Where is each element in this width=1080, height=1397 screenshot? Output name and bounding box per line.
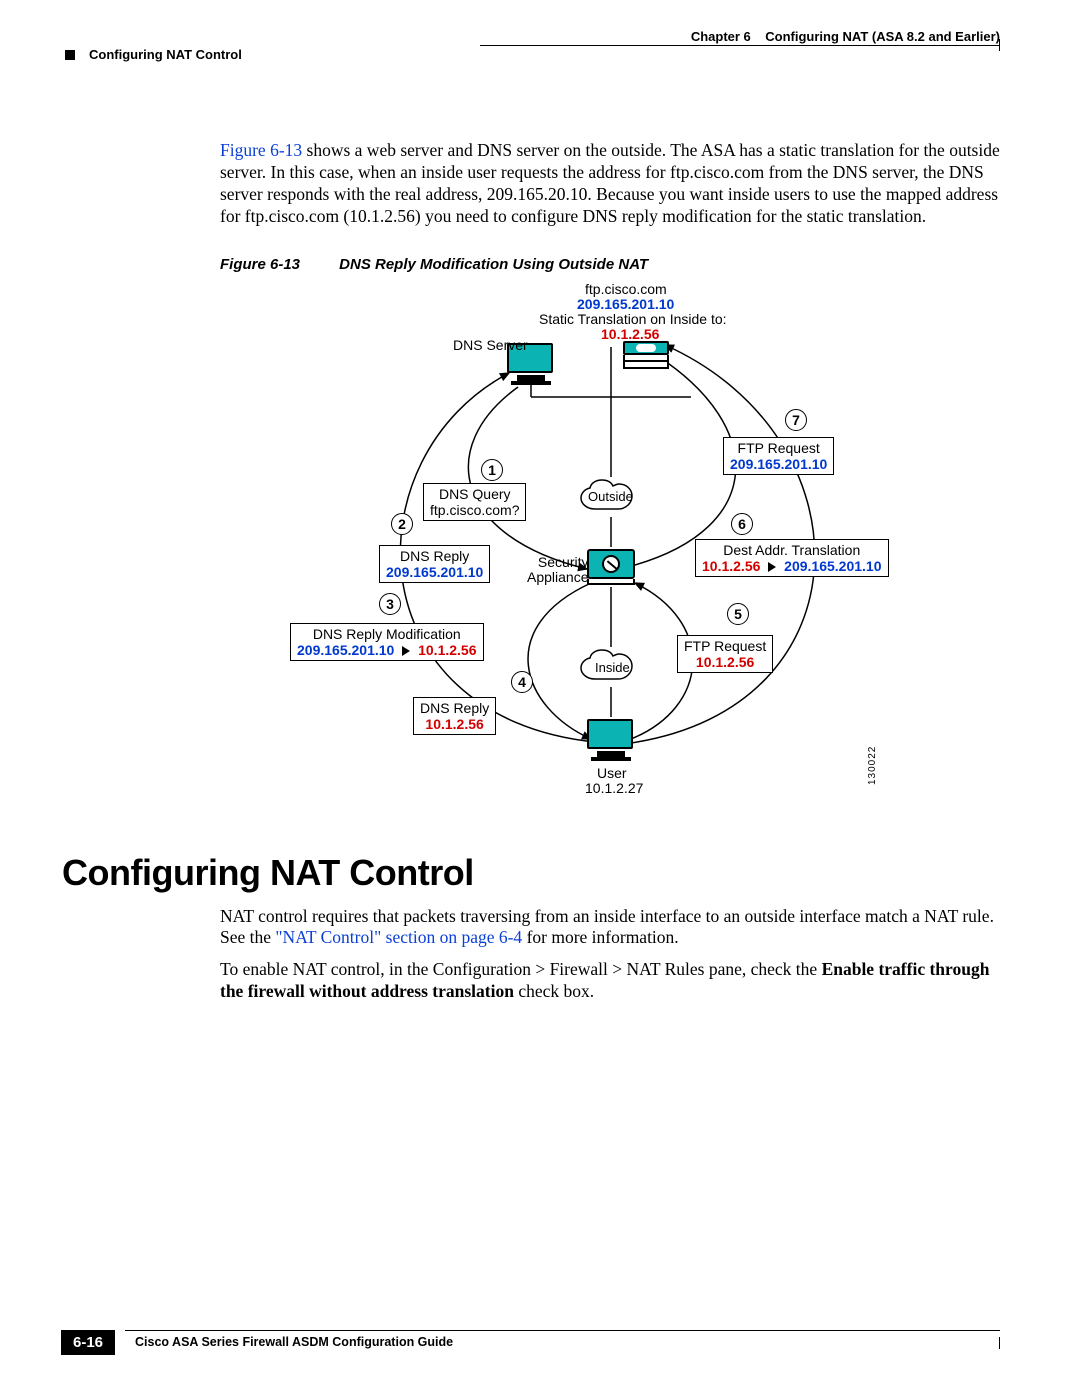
step-4: 4 bbox=[511, 671, 533, 693]
step-3: 3 bbox=[379, 593, 401, 615]
box-dns-query: DNS Query ftp.cisco.com? bbox=[423, 483, 526, 521]
step-2: 2 bbox=[391, 513, 413, 535]
chapter-title: Configuring NAT (ASA 8.2 and Earlier) bbox=[765, 29, 1000, 44]
box-dest-addr-xlate: Dest Addr. Translation 10.1.2.56 209.165… bbox=[695, 539, 889, 577]
page-number: 6-16 bbox=[61, 1330, 115, 1355]
step-7: 7 bbox=[785, 409, 807, 431]
box-ftp-request-2: FTP Request 209.165.201.10 bbox=[723, 437, 834, 475]
outside-label: Outside bbox=[588, 489, 633, 504]
section-heading: Configuring NAT Control bbox=[62, 852, 990, 894]
figure-title: DNS Reply Modification Using Outside NAT bbox=[339, 256, 648, 273]
firewall-icon bbox=[587, 549, 635, 587]
diagram-id: 130022 bbox=[867, 745, 878, 784]
user-icon bbox=[587, 719, 635, 763]
intro-paragraph: Figure 6-13 shows a web server and DNS s… bbox=[220, 140, 1000, 228]
security-appliance-label-2: Appliance bbox=[527, 569, 589, 585]
step-1: 1 bbox=[481, 459, 503, 481]
ftp-ip: 209.165.201.10 bbox=[577, 296, 674, 312]
figure-reference-link[interactable]: Figure 6-13 bbox=[220, 140, 302, 160]
figure-caption: Figure 6-13 DNS Reply Modification Using… bbox=[220, 256, 990, 273]
figure-number: Figure 6-13 bbox=[220, 256, 335, 273]
box-dns-reply-mod: DNS Reply Modification 209.165.201.10 10… bbox=[290, 623, 484, 661]
nat-control-link[interactable]: "NAT Control" section on page 6-4 bbox=[275, 927, 522, 947]
chapter-number: Chapter 6 bbox=[691, 29, 751, 44]
user-label: User bbox=[597, 765, 627, 781]
box-ftp-request-1: FTP Request 10.1.2.56 bbox=[677, 635, 773, 673]
static-ip: 10.1.2.56 bbox=[601, 326, 659, 342]
arrow-right-icon bbox=[764, 558, 780, 574]
inside-label: Inside bbox=[595, 660, 630, 675]
user-ip: 10.1.2.27 bbox=[585, 780, 643, 796]
guide-title: Cisco ASA Series Firewall ASDM Configura… bbox=[135, 1335, 1000, 1349]
step-6: 6 bbox=[731, 513, 753, 535]
arrow-right-icon bbox=[398, 642, 414, 658]
static-xlate-label: Static Translation on Inside to: bbox=[539, 311, 727, 327]
dns-server-label: DNS Server bbox=[453, 337, 528, 353]
intro-text: shows a web server and DNS server on the… bbox=[220, 140, 1000, 226]
paragraph-1: NAT control requires that packets traver… bbox=[220, 906, 1000, 950]
box-dns-reply-1: DNS Reply 209.165.201.10 bbox=[379, 545, 490, 583]
box-dns-reply-2: DNS Reply 10.1.2.56 bbox=[413, 697, 496, 735]
running-header: Chapter 6 Configuring NAT (ASA 8.2 and E… bbox=[90, 35, 990, 65]
step-5: 5 bbox=[727, 603, 749, 625]
ftp-host-label: ftp.cisco.com bbox=[585, 281, 667, 297]
header-square-icon bbox=[65, 50, 75, 60]
section-title: Configuring NAT Control bbox=[89, 47, 242, 62]
figure-diagram: ftp.cisco.com 209.165.201.10 Static Tran… bbox=[295, 287, 895, 807]
ftp-server-icon bbox=[623, 341, 669, 381]
page-footer: Cisco ASA Series Firewall ASDM Configura… bbox=[65, 1330, 1000, 1349]
security-appliance-label-1: Security bbox=[538, 554, 589, 570]
paragraph-2: To enable NAT control, in the Configurat… bbox=[220, 959, 1000, 1003]
